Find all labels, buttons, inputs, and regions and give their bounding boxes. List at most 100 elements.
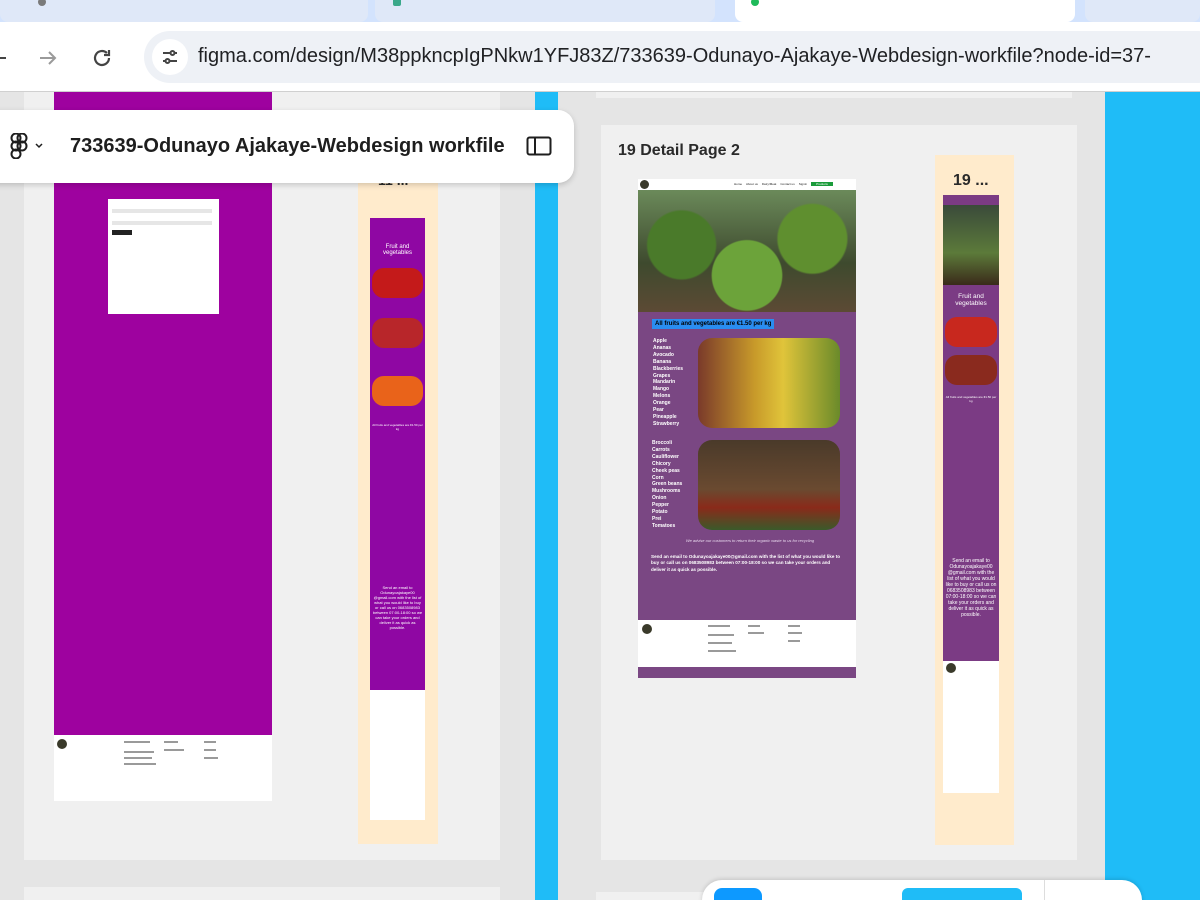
- mobile-hero-image: [943, 205, 999, 285]
- browser-tab[interactable]: [375, 0, 715, 22]
- browser-toolbar: figma.com/design/M38ppkncpIgPNkw1YFJ83Z/…: [0, 22, 1200, 92]
- login-page-frame[interactable]: [54, 92, 272, 735]
- footer-text-line: [164, 741, 178, 743]
- site-settings-button[interactable]: [152, 39, 188, 75]
- footer-text-line: [124, 763, 156, 765]
- list-item: Corn: [652, 474, 664, 481]
- price-text: All fruits and vegetables are €1.50 per …: [372, 423, 423, 431]
- products-button[interactable]: Products: [811, 182, 833, 186]
- detail-page-header: Home About us Dairy/Meat Contact us Sign…: [638, 179, 856, 190]
- url-text: figma.com/design/M38ppkncpIgPNkw1YFJ83Z/…: [198, 45, 1151, 67]
- mobile-page-frame[interactable]: Fruit and vegetables All fruits and vege…: [370, 218, 425, 690]
- nav-item-contact[interactable]: Contact us: [780, 182, 794, 186]
- list-item: Cauliflower: [652, 453, 679, 460]
- list-item: Pear: [653, 407, 664, 414]
- mobile-footer: [943, 661, 999, 793]
- list-item: Tomatoes: [652, 522, 676, 529]
- list-item: Apple: [653, 338, 667, 344]
- footer-text-line: [788, 625, 800, 627]
- footer-text-line: [124, 757, 152, 759]
- nav-item-signin[interactable]: Signin: [799, 182, 807, 186]
- hero-image: [638, 190, 856, 312]
- nav-item-dairy[interactable]: Dairy/Meat: [762, 182, 777, 186]
- list-item: Grapes: [653, 372, 671, 379]
- browser-tab[interactable]: [0, 0, 368, 22]
- list-item: Cheek peas: [652, 467, 680, 474]
- logo-icon: [642, 624, 652, 634]
- list-item: Onion: [652, 495, 667, 502]
- footer-text-line: [204, 757, 218, 759]
- footer-text-line: [748, 625, 760, 627]
- fruit-list: Apple Ananas Avocado Banana Blackberries…: [653, 338, 683, 428]
- apple-image: [372, 318, 423, 348]
- section-panel[interactable]: [24, 887, 500, 900]
- browser-tab-active[interactable]: [735, 0, 1075, 22]
- list-item: Carrots: [652, 446, 670, 453]
- arrow-right-icon: [40, 51, 57, 65]
- login-card[interactable]: [108, 199, 219, 314]
- figma-canvas[interactable]: 11 ... Fruit and vegetables All fruits a…: [0, 92, 1200, 900]
- toolbar-divider: [1044, 880, 1045, 900]
- tab-favicon-icon: [393, 0, 401, 6]
- mobile-footer: [370, 690, 425, 820]
- price-banner: All fruits and vegetables are €1.50 per …: [652, 319, 775, 329]
- tune-icon: [163, 50, 177, 64]
- footer-text-line: [164, 749, 184, 751]
- footer-text-line: [788, 640, 800, 642]
- list-item: Orange: [653, 400, 671, 407]
- nav-item-about[interactable]: About us: [746, 182, 758, 186]
- footer-text-line: [748, 632, 764, 634]
- list-item: Mango: [653, 386, 670, 393]
- forward-button[interactable]: [30, 40, 66, 76]
- footer-text-line: [708, 634, 734, 636]
- list-item: Broccoli: [652, 440, 673, 446]
- vegetables-image: [372, 376, 423, 406]
- frame-label[interactable]: 19 Detail Page 2: [618, 142, 740, 160]
- blue-section-strip: [535, 92, 558, 900]
- email-field: [112, 209, 212, 213]
- section-panel[interactable]: [596, 92, 1072, 98]
- nav-item-home[interactable]: Home: [734, 182, 742, 186]
- logo-icon: [946, 663, 956, 673]
- footer-text-line: [124, 741, 150, 743]
- frame-label[interactable]: 19 ...: [953, 172, 989, 190]
- list-item: Mushrooms: [652, 488, 681, 495]
- blue-section-strip: [1105, 92, 1200, 900]
- logo-icon: [640, 180, 649, 189]
- footer-text-line: [204, 749, 216, 751]
- list-item: Potato: [652, 509, 668, 516]
- reload-icon: [93, 49, 111, 67]
- list-item: Avocado: [653, 351, 674, 358]
- file-title[interactable]: 733639-Odunayo Ajakaye-Webdesign workfil…: [70, 135, 505, 158]
- figma-bottom-toolbar: [702, 880, 1142, 900]
- footer-text-line: [124, 751, 154, 753]
- vegetable-field-image: [698, 440, 840, 530]
- mobile-heading: Fruit and vegetables: [382, 244, 413, 256]
- nav-bar: Home About us Dairy/Meat Contact us Sign…: [734, 182, 833, 186]
- tool-button[interactable]: [902, 888, 1022, 900]
- footer-text-line: [708, 650, 736, 652]
- tab-favicon-icon: [38, 0, 46, 6]
- email-note: Send an email to Odunayoajakaye00@gmail.…: [651, 554, 841, 572]
- footer-text-line: [204, 741, 216, 743]
- mobile-page-frame[interactable]: Fruit and vegetables All fruits and vege…: [943, 195, 999, 661]
- list-item: Melons: [653, 393, 671, 400]
- logo-icon: [57, 739, 67, 749]
- price-text: All fruits and vegetables are €1.50 per …: [945, 395, 997, 403]
- reload-button[interactable]: [84, 40, 120, 76]
- list-item: Banana: [653, 358, 672, 365]
- apple-image: [945, 355, 997, 385]
- figma-logo-icon: [10, 133, 28, 159]
- move-tool-button[interactable]: [714, 888, 762, 900]
- figma-file-header: 733639-Odunayo Ajakaye-Webdesign workfil…: [0, 110, 574, 183]
- tab-favicon-icon: [751, 0, 759, 6]
- browser-tab[interactable]: [1085, 0, 1200, 22]
- address-bar[interactable]: figma.com/design/M38ppkncpIgPNkw1YFJ83Z/…: [144, 31, 1200, 83]
- back-button[interactable]: [0, 40, 16, 76]
- toggle-sidebar-button[interactable]: [526, 136, 552, 156]
- figma-menu-button[interactable]: [10, 132, 50, 160]
- vegetable-list: Broccoli Carrots Cauliflower Chicory Che…: [652, 440, 682, 530]
- page-footer: [54, 735, 272, 801]
- contact-text: Send an email to Odunayoajakaye00 @gmail…: [372, 585, 423, 630]
- list-item: Mandarin: [653, 379, 676, 386]
